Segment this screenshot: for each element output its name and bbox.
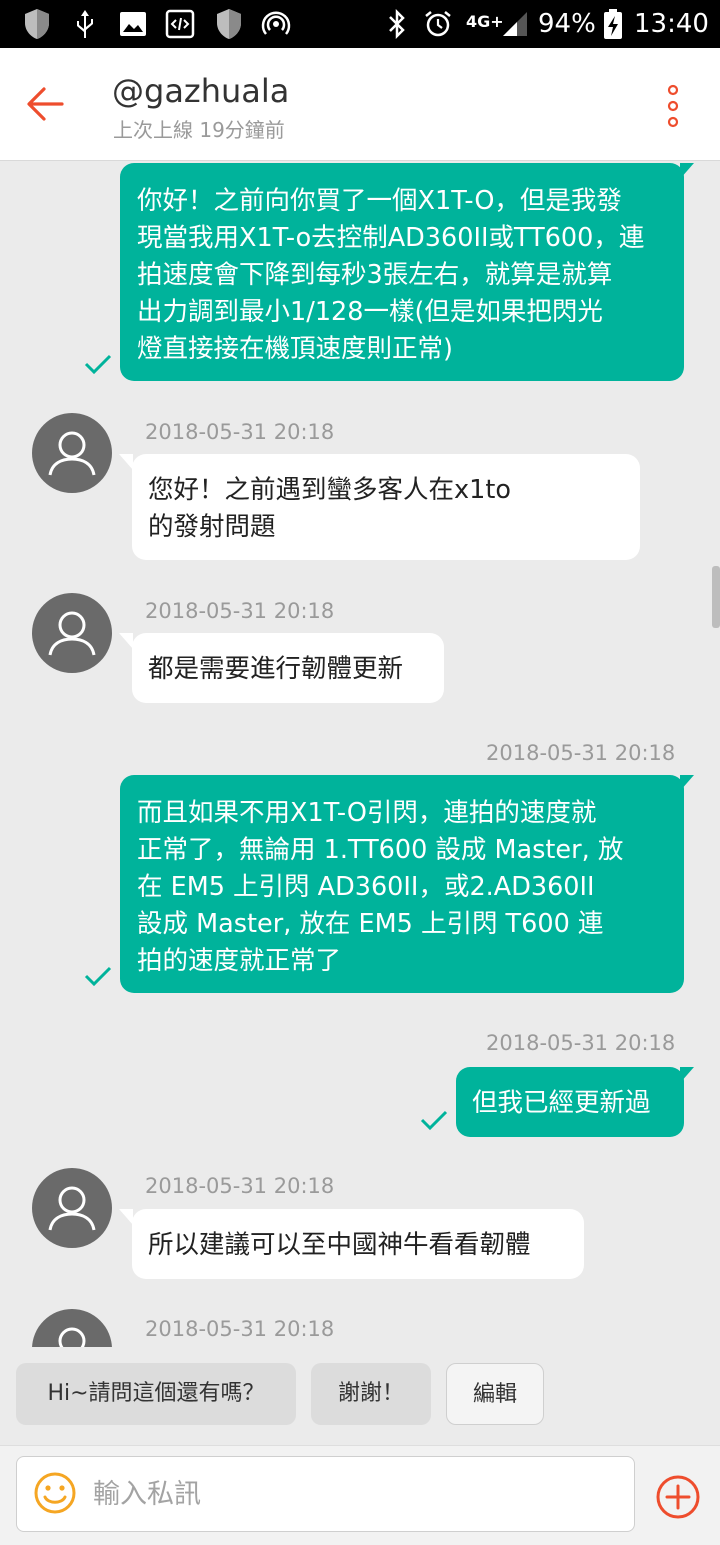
more-options-button[interactable] [656,84,690,128]
message-bubble-incoming[interactable]: 您好！之前遇到蠻多客人在x1to 的發射問題 [132,454,640,560]
message-timestamp: 2018-05-31 20:18 [145,420,335,444]
bubble-tail [680,1067,694,1083]
avatar[interactable] [32,413,112,493]
image-icon [118,8,148,40]
message-bubble-outgoing[interactable]: 但我已經更新過 [456,1067,684,1137]
quick-reply-bar: Hi~請問這個還有嗎？ 謝謝！ 編輯 [0,1347,720,1445]
bubble-tail [119,1209,133,1225]
battery-charging-icon [602,8,624,40]
person-icon [58,1327,86,1347]
shield-icon [22,8,52,40]
message-bubble-outgoing[interactable]: 你好！之前向你買了一個X1T-O，但是我發 現當我用X1T-o去控制AD360I… [120,163,684,381]
hotspot-icon [260,8,292,40]
avatar[interactable] [32,593,112,673]
message-timestamp: 2018-05-31 20:18 [486,741,676,765]
message-input-placeholder: 輸入私訊 [93,1479,201,1510]
add-circle-icon[interactable] [655,1474,701,1520]
bubble-tail [119,633,133,649]
quick-reply-thanks[interactable]: 謝謝！ [311,1363,431,1425]
bubble-tail [680,163,694,179]
last-online-status: 上次上線 19分鐘前 [113,118,285,142]
quick-reply-ask-available[interactable]: Hi~請問這個還有嗎？ [16,1363,296,1425]
message-bubble-outgoing[interactable]: 而且如果不用X1T-O引閃，連拍的速度就 正常了，無論用 1.TT600 設成 … [120,775,684,993]
more-vertical-icon [667,84,679,128]
shield-icon [214,8,244,40]
scrollbar-thumb[interactable] [712,566,720,628]
chat-username: @gazhuala [112,72,290,110]
network-type-label: 4G+ [466,12,504,31]
back-button[interactable] [24,82,68,126]
message-timestamp: 2018-05-31 20:18 [145,1317,335,1341]
message-timestamp: 2018-05-31 20:18 [145,599,335,623]
avatar[interactable] [32,1168,112,1248]
alarm-icon [422,8,454,40]
bluetooth-icon [386,8,408,40]
message-bubble-incoming[interactable]: 都是需要進行韌體更新 [132,633,444,703]
signal-icon [500,8,530,40]
back-arrow-icon [27,87,64,121]
bubble-tail [119,454,133,470]
status-bar: 4G+ 94% 13:40 [0,0,720,48]
check-icon [84,966,112,987]
avatar[interactable] [32,1309,112,1347]
message-input[interactable]: 輸入私訊 [16,1456,635,1532]
developer-icon [164,8,196,40]
message-timestamp: 2018-05-31 20:18 [486,1031,676,1055]
person-icon [48,1186,96,1231]
message-list[interactable]: 你好！之前向你買了一個X1T-O，但是我發 現當我用X1T-o去控制AD360I… [0,161,720,1347]
message-timestamp: 2018-05-31 20:18 [145,1174,335,1198]
chat-header: @gazhuala 上次上線 19分鐘前 [0,48,720,161]
person-icon [48,611,96,656]
message-bubble-incoming[interactable]: 所以建議可以至中國神牛看看韌體 [132,1209,584,1279]
bubble-tail [680,775,694,791]
edit-quick-replies-button[interactable]: 編輯 [446,1363,544,1425]
clock: 13:40 [634,9,709,39]
emoji-icon[interactable] [33,1471,77,1515]
usb-icon [74,8,96,40]
battery-percent: 94% [538,9,596,39]
check-icon [420,1110,448,1131]
message-composer: 輸入私訊 [0,1445,720,1545]
check-icon [84,354,112,375]
person-icon [48,431,96,476]
